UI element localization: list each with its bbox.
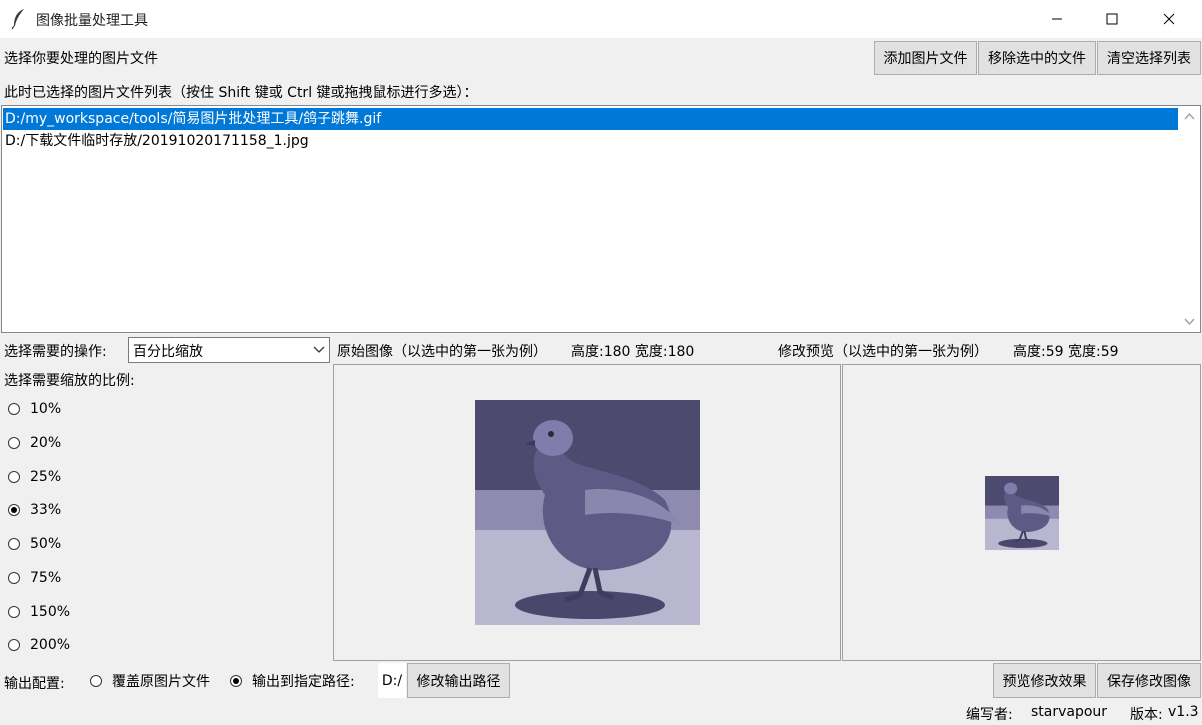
output-to-path-option[interactable]: 输出到指定路径: [230,671,355,691]
feather-icon [10,8,28,34]
radio-icon [230,675,242,687]
radio-icon [8,538,20,550]
chevron-down-icon [1184,318,1195,326]
operation-selected-value: 百分比缩放 [133,344,203,360]
radio-icon [8,403,20,415]
preview-image-dims: 高度:59 宽度:59 [1013,344,1119,360]
version-label: 版本: [1130,707,1163,723]
preview-changes-button[interactable]: 预览修改效果 [993,663,1096,698]
preview-image-label: 修改预览（以选中的第一张为例） [778,344,988,360]
scale-option-label: 20% [30,435,62,451]
title-bar: 图像批量处理工具 [0,0,1202,38]
chevron-up-icon [1184,112,1195,120]
close-button[interactable] [1146,0,1192,38]
scale-option-50[interactable]: 50% [8,534,61,554]
scale-label: 选择需要缩放的比例: [4,373,135,389]
scale-option-75[interactable]: 75% [8,568,61,588]
author-label: 编写者: [966,707,1013,723]
scale-option-10[interactable]: 10% [8,399,61,419]
scale-option-33[interactable]: 33% [8,500,61,520]
file-list-label: 此时已选择的图片文件列表（按住 Shift 键或 Ctrl 键或拖拽鼠标进行多选… [4,85,478,101]
original-image-dims: 高度:180 宽度:180 [571,344,695,360]
clear-list-button[interactable]: 清空选择列表 [1097,41,1201,75]
remove-selected-button[interactable]: 移除选中的文件 [978,41,1096,75]
original-image-panel [333,364,841,661]
preview-image-panel [842,364,1201,661]
output-config-label: 输出配置: [4,676,65,692]
overwrite-original-option[interactable]: 覆盖原图片文件 [90,671,210,691]
scale-option-label: 33% [30,502,62,518]
radio-icon [8,606,20,618]
minimize-icon [1052,18,1062,20]
radio-icon [90,675,102,687]
author-name: starvapour [1031,704,1108,720]
minimize-button[interactable] [1034,0,1080,38]
maximize-icon [1106,13,1118,25]
scale-option-label: 50% [30,536,62,552]
scale-option-200[interactable]: 200% [8,635,70,655]
maximize-button[interactable] [1089,0,1135,38]
scale-option-25[interactable]: 25% [8,467,61,487]
radio-icon [8,639,20,651]
operation-select[interactable]: 百分比缩放 [128,337,330,363]
scale-option-label: 75% [30,570,62,586]
radio-icon [8,504,20,516]
output-path-value: D:/ [378,663,406,698]
change-output-path-button[interactable]: 修改输出路径 [407,663,510,698]
scale-option-150[interactable]: 150% [8,602,70,622]
list-item[interactable]: D:/下载文件临时存放/20191020171158_1.jpg [3,130,1178,152]
radio-icon [8,572,20,584]
list-scrollbar[interactable] [1179,106,1200,332]
overwrite-original-label: 覆盖原图片文件 [112,674,210,690]
scale-option-label: 200% [30,637,71,653]
radio-icon [8,437,20,449]
version-value: v1.3 [1168,704,1199,720]
window-title: 图像批量处理工具 [36,13,148,29]
radio-icon [8,471,20,483]
operation-label: 选择需要的操作: [4,344,107,360]
save-changes-button[interactable]: 保存修改图像 [1097,663,1201,698]
list-item[interactable]: D:/my_workspace/tools/简易图片批处理工具/鸽子跳舞.gif [3,108,1178,130]
scale-option-label: 10% [30,401,62,417]
original-image [475,400,700,625]
scale-option-20[interactable]: 20% [8,433,61,453]
scale-option-label: 150% [30,604,71,620]
chevron-down-icon [313,346,325,353]
close-icon [1163,13,1175,25]
file-listbox[interactable]: D:/my_workspace/tools/简易图片批处理工具/鸽子跳舞.gif… [1,105,1201,333]
preview-image [985,476,1059,550]
original-image-label: 原始图像（以选中的第一张为例） [337,344,547,360]
add-images-button[interactable]: 添加图片文件 [874,41,977,75]
select-files-label: 选择你要处理的图片文件 [4,51,158,67]
output-to-path-label: 输出到指定路径: [252,674,355,690]
scale-option-label: 25% [30,469,62,485]
